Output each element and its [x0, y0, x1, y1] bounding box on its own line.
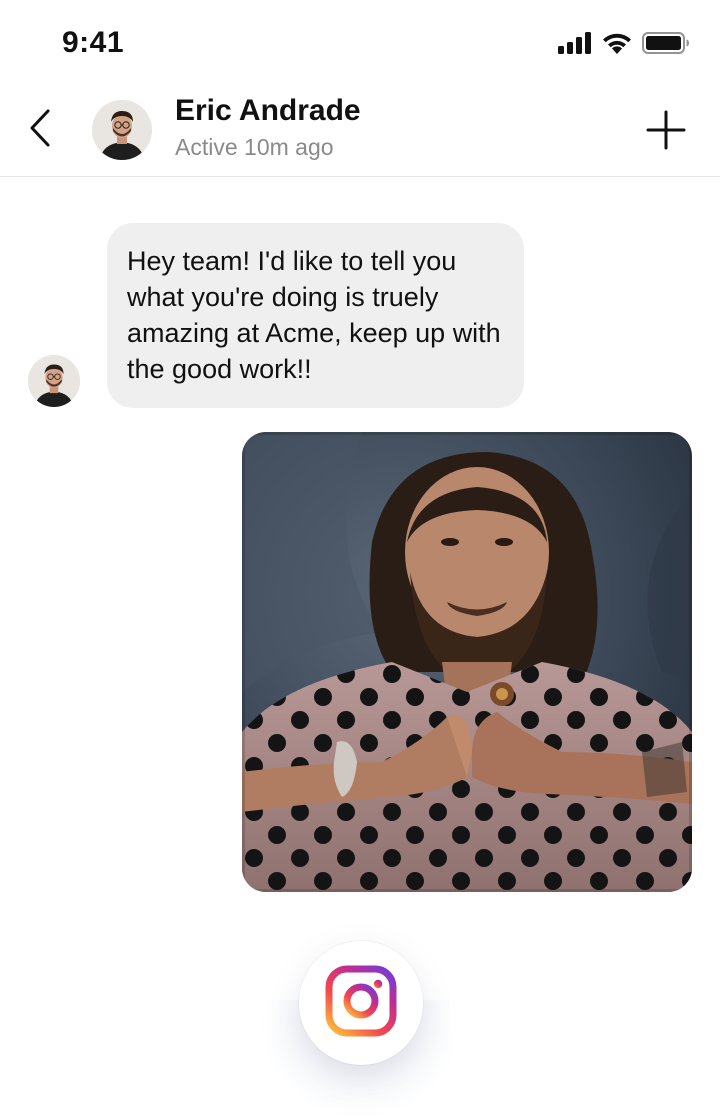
wifi-icon: [602, 32, 632, 59]
chevron-left-icon: [29, 109, 51, 152]
plus-icon: [646, 110, 686, 155]
message-photo[interactable]: [242, 432, 692, 892]
chat-screen: 9:41 Eric Andrade Active 10m ago Hey tea…: [0, 0, 720, 1120]
cellular-signal-icon: [558, 32, 592, 59]
contact-name[interactable]: Eric Andrade: [175, 94, 361, 128]
instagram-button[interactable]: [299, 941, 423, 1065]
battery-icon: [642, 32, 690, 59]
status-bar: 9:41: [0, 0, 720, 88]
status-time: 9:41: [62, 26, 125, 59]
status-icons: [558, 32, 690, 59]
back-button[interactable]: [22, 108, 58, 152]
instagram-icon: [325, 965, 397, 1042]
contact-status: Active 10m ago: [175, 134, 334, 160]
contact-avatar[interactable]: [92, 100, 152, 160]
chat-header: Eric Andrade Active 10m ago: [0, 88, 720, 177]
message-bubble-incoming[interactable]: Hey team! I'd like to tell you what you'…: [107, 223, 524, 408]
add-button[interactable]: [642, 108, 690, 156]
sender-avatar[interactable]: [28, 355, 80, 407]
